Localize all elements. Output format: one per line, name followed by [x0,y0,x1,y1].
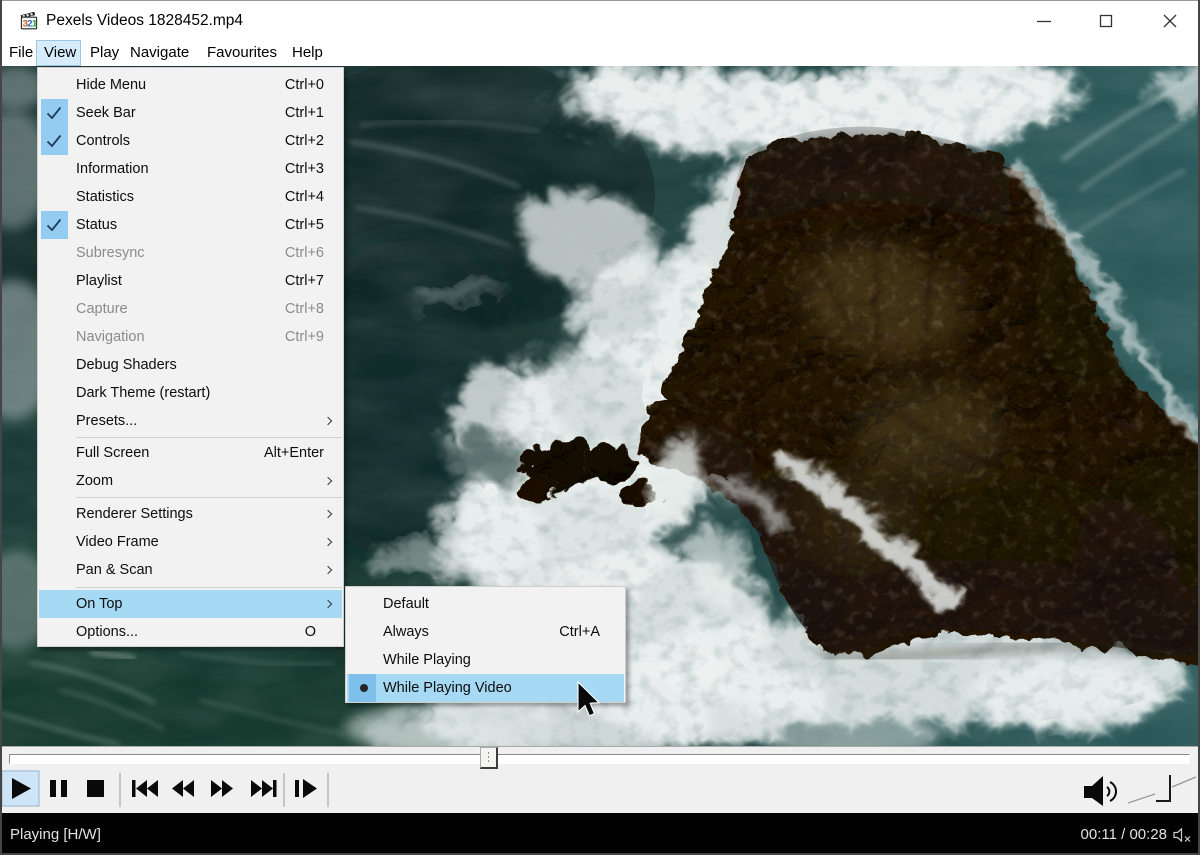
svg-text:1: 1 [32,19,38,30]
